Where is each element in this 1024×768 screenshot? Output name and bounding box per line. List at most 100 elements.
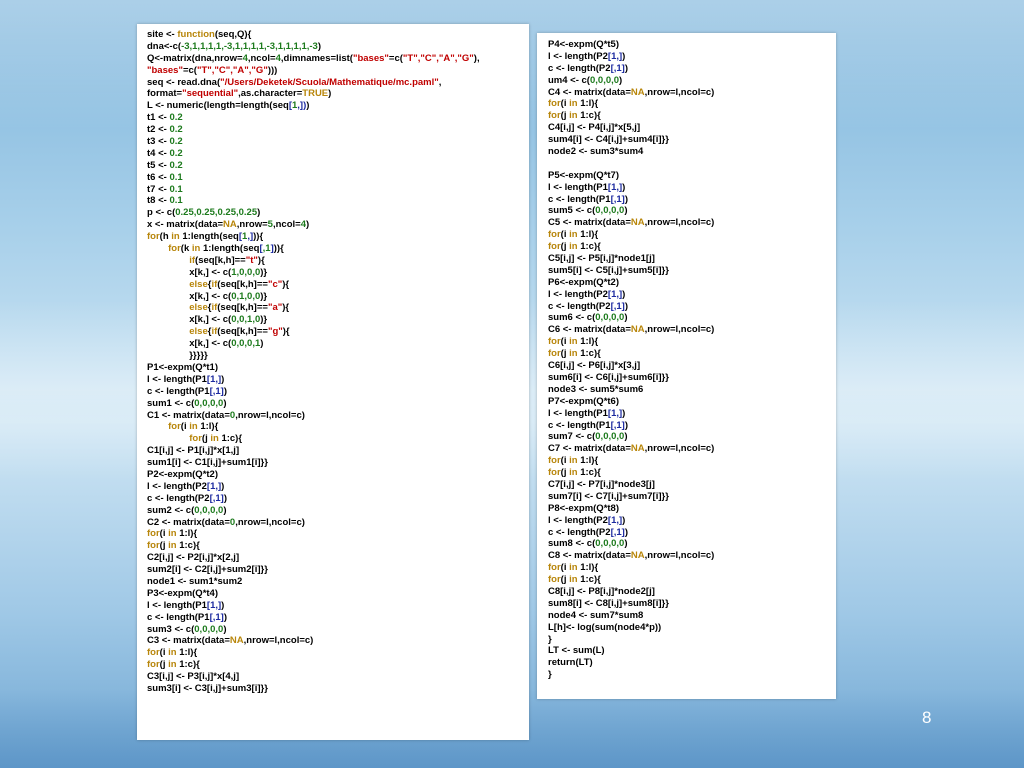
code-token: ) [223, 623, 227, 635]
code-token: TRUE [302, 88, 329, 100]
code-line: c <- length(P1[,1]) [548, 420, 836, 432]
code-token: 1:c){ [577, 348, 601, 360]
code-line: C5[i,j] <- P5[i,j]*node1[j] [548, 253, 836, 265]
code-token: in [569, 98, 578, 110]
code-token: c <- length(P1 [147, 385, 210, 397]
code-token: 1:l){ [577, 229, 599, 241]
code-line: sum1[i] <- C1[i,j]+sum1[i]}} [147, 457, 529, 469]
code-token: 0.1 [169, 171, 183, 183]
code-token: C3 <- matrix(data= [147, 635, 230, 647]
code-token: "c" [267, 278, 283, 290]
code-line: C6 <- matrix(data=NA,nrow=l,ncol=c) [548, 324, 836, 336]
code-line: for(j in 1:c){ [548, 467, 836, 479]
code-line: for(i in 1:l){ [548, 455, 836, 467]
code-token: in [569, 455, 578, 467]
code-line: C2[i,j] <- P2[i,j]*x[2,j] [147, 552, 529, 564]
code-token: x[k,] <- c( [147, 290, 232, 302]
code-line: LT <- sum(L) [548, 645, 836, 657]
code-line: l <- length(P2[1,]) [548, 515, 836, 527]
code-token: [1,] [206, 480, 222, 492]
code-token: ,ncol= [272, 219, 301, 231]
code-line: "bases"=c("T","C","A","G"))) [147, 65, 529, 77]
code-token: 1:c){ [218, 433, 243, 445]
code-token: ) [624, 205, 628, 217]
code-line: l <- length(P2[1,]) [548, 51, 836, 63]
code-token: sum6 <- c( [548, 312, 596, 324]
code-token: t4 <- [147, 147, 170, 159]
code-token: sum7[i] <- C7[i,j]+sum7[i]}} [548, 490, 669, 502]
code-token: =c( [182, 64, 197, 76]
code-token: (i [560, 98, 570, 110]
code-token: ) [624, 62, 628, 74]
code-token: L <- numeric(length=length(seq [147, 100, 289, 112]
code-token: ,nrow=l,ncol=c) [235, 409, 305, 421]
code-token: t2 <- [147, 124, 170, 136]
code-line: for(i in 1:l){ [548, 229, 836, 241]
code-token: dna<-c( [147, 40, 182, 52]
code-token: for [147, 659, 160, 671]
code-line: P5<-expm(Q*t7) [548, 170, 836, 182]
code-token: (i [560, 562, 570, 574]
code-token: node4 <- sum7*sum8 [548, 609, 644, 621]
code-line: sum7[i] <- C7[i,j]+sum7[i]}} [548, 491, 836, 503]
code-token: P7<-expm(Q*t6) [548, 395, 620, 407]
code-token: "bases" [352, 52, 389, 64]
code-token: } [548, 669, 552, 681]
code-token: P1<-expm(Q*t1) [147, 361, 219, 373]
code-token: ,nrow=l,ncol=c) [644, 86, 715, 98]
code-token: (i [560, 229, 570, 241]
code-token: P4<-expm(Q*t5) [548, 39, 620, 50]
code-token: return(LT) [548, 657, 593, 669]
code-token: ) [223, 492, 227, 504]
code-token: [1,] [206, 599, 222, 611]
code-line: C3 <- matrix(data=NA,nrow=l,ncol=c) [147, 635, 529, 647]
code-token: c <- length(P2 [548, 526, 611, 538]
code-token: ) [223, 397, 227, 409]
code-token: C8[i,j] <- P8[i,j]*node2[j] [548, 585, 655, 597]
code-token: for [548, 336, 561, 348]
code-token: L[h]<- log(sum(node4*p)) [548, 621, 662, 633]
code-token: "/Users/Deketek/Scuola/Mathematique/mc.p… [220, 76, 439, 88]
code-token: ) [622, 514, 626, 526]
code-line: x[k,] <- c(0,1,0,0)} [147, 291, 529, 303]
code-panel-left: site <- function(seq,Q){dna<-c(-3,1,1,1,… [137, 24, 529, 740]
code-token: "bases" [147, 64, 183, 76]
code-token: [1,] [607, 50, 623, 62]
code-token: [1,] [206, 373, 222, 385]
code-token: for [168, 243, 181, 255]
code-token: P5<-expm(Q*t7) [548, 169, 620, 181]
code-line: for(i in 1:l){ [147, 647, 529, 659]
code-line: }}}}} [147, 350, 529, 362]
code-token: in [168, 659, 177, 671]
code-line: C6[i,j] <- P6[i,j]*x[3,j] [548, 360, 836, 372]
code-token: ) [260, 338, 264, 350]
code-token: ) [305, 219, 310, 231]
code-token: [,1] [209, 492, 224, 504]
code-line: p <- c(0.25,0.25,0.25,0.25) [147, 207, 529, 219]
code-token: ) [223, 611, 227, 623]
code-token: 1:c){ [176, 540, 200, 552]
code-line: L[h]<- log(sum(node4*p)) [548, 622, 836, 634]
code-token: ,nrow=l,ncol=c) [644, 217, 715, 229]
code-line: for(h in 1:length(seq[1,])){ [147, 231, 529, 243]
code-token: } [548, 633, 552, 645]
code-line: for(j in 1:c){ [147, 540, 529, 552]
code-line: C8[i,j] <- P8[i,j]*node2[j] [548, 586, 836, 598]
code-token: 0,0,0,0 [595, 538, 625, 550]
code-token: in [569, 348, 578, 360]
code-token: ) [257, 207, 261, 219]
code-token: ,dimnames=list( [280, 52, 353, 64]
code-token: l <- length(P2 [548, 514, 608, 526]
code-token: ){ [282, 326, 290, 338]
code-line: l <- length(P1[1,]) [548, 408, 836, 420]
code-line: P4<-expm(Q*t5) [548, 39, 836, 51]
code-token: 1:length(seq [200, 243, 260, 255]
code-token: for [168, 421, 181, 433]
code-line: l <- length(P2[1,]) [548, 289, 836, 301]
code-line: C1[i,j] <- P1[i,j]*x[1,j] [147, 445, 529, 457]
code-line: for(i in 1:l){ [548, 336, 836, 348]
code-token: ,nrow=l,ncol=c) [243, 635, 314, 647]
code-token: [1,] [607, 181, 623, 193]
